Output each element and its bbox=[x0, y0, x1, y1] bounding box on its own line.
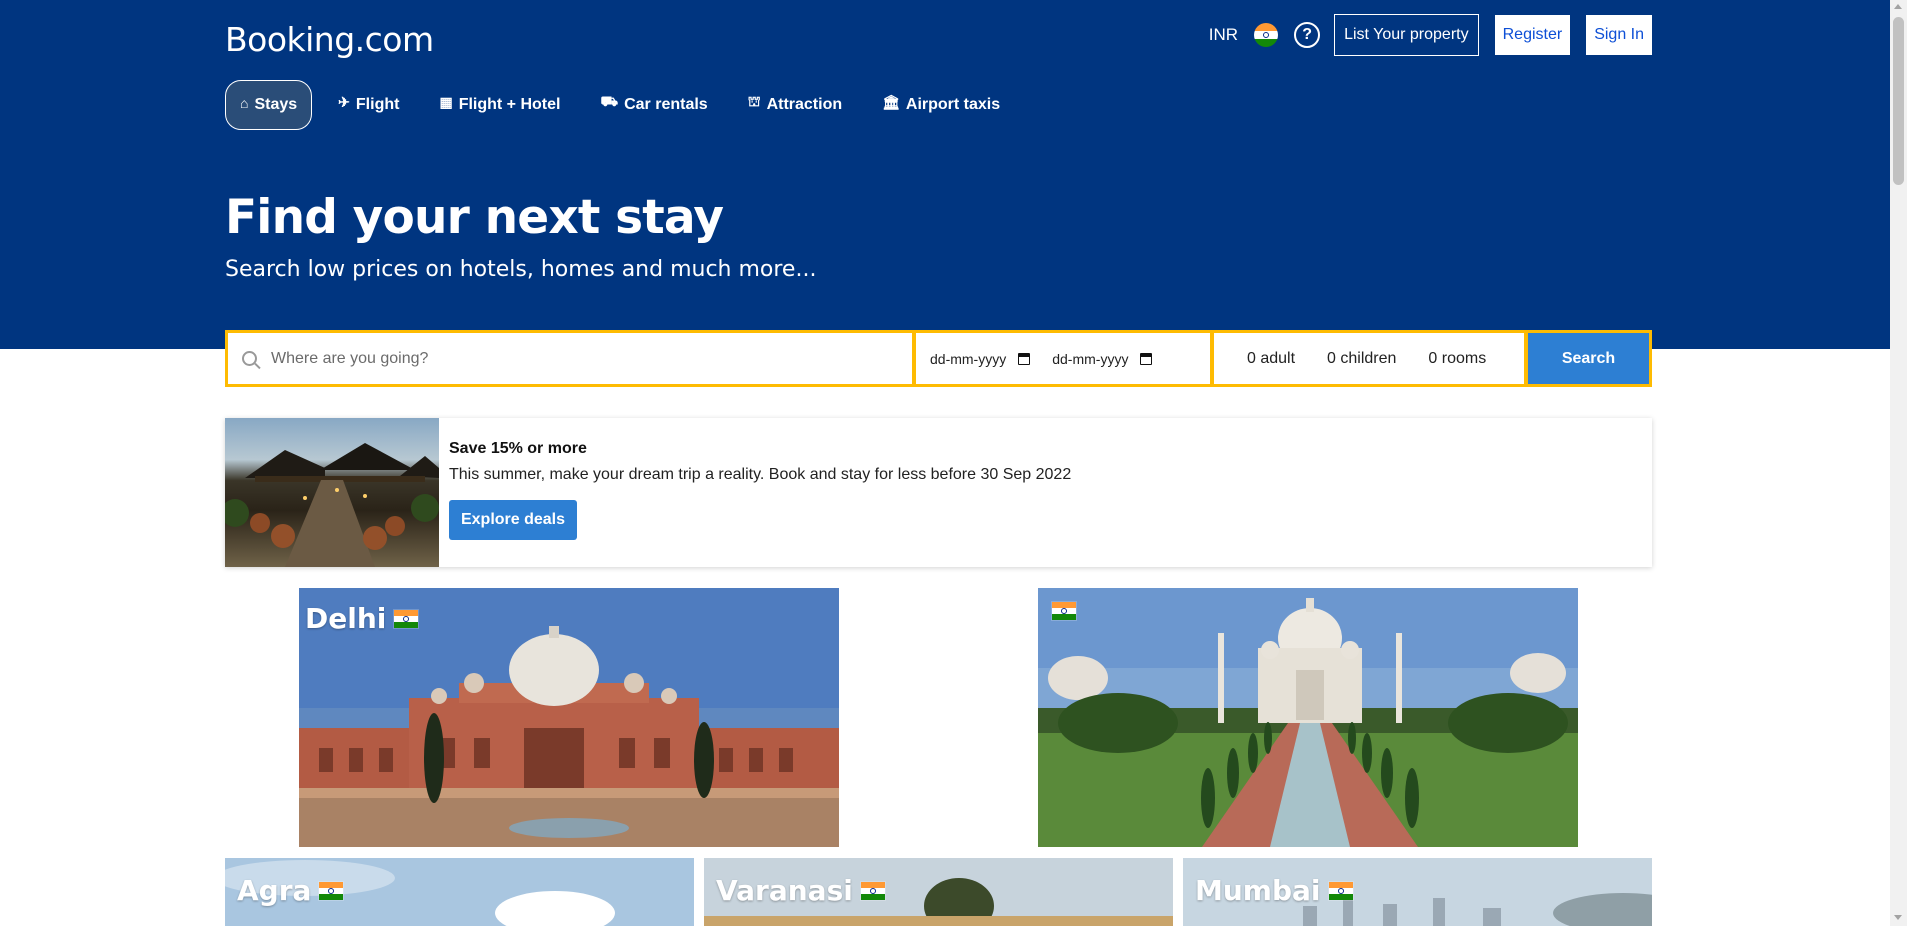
city-label: Agra bbox=[237, 874, 344, 907]
city-label: Varanasi bbox=[716, 874, 885, 907]
checkin-placeholder: dd-mm-yyyy bbox=[930, 350, 1007, 367]
tab-flight-hotel[interactable]: ▦ Flight + Hotel bbox=[425, 80, 574, 130]
checkout-placeholder: dd-mm-yyyy bbox=[1052, 350, 1129, 367]
sign-in-button[interactable]: Sign In bbox=[1586, 15, 1652, 55]
promo-title: Save 15% or more bbox=[449, 440, 587, 457]
city-card-varanasi[interactable]: Varanasi bbox=[704, 858, 1173, 926]
destination-placeholder: Where are you going? bbox=[271, 349, 429, 367]
scroll-up-arrow-icon[interactable] bbox=[1894, 4, 1902, 9]
city-card-agra[interactable]: Agra bbox=[225, 858, 694, 926]
scrollbar-thumb[interactable] bbox=[1893, 17, 1904, 185]
promo-content: Save 15% or more This summer, make your … bbox=[439, 418, 1071, 567]
city-name: Agra bbox=[237, 874, 312, 907]
tab-label: Car rentals bbox=[624, 96, 708, 113]
building-icon: ▦ bbox=[439, 93, 453, 110]
city-label: Delhi bbox=[305, 602, 419, 635]
city-card-taj[interactable] bbox=[1038, 588, 1578, 847]
scroll-down-arrow-icon[interactable] bbox=[1894, 915, 1902, 920]
page-scrollbar[interactable] bbox=[1890, 0, 1907, 926]
header-actions: INR ? List Your property Register Sign I… bbox=[1209, 14, 1652, 56]
children-count: 0 children bbox=[1327, 349, 1397, 367]
home-icon: ⌂ bbox=[240, 95, 249, 111]
rooms-count: 0 rooms bbox=[1428, 349, 1487, 367]
india-flag-icon bbox=[1328, 881, 1353, 900]
city-name: Delhi bbox=[305, 602, 387, 635]
promo-image bbox=[225, 418, 439, 567]
india-flag-icon[interactable] bbox=[1254, 23, 1279, 47]
promo-description: This summer, make your dream trip a real… bbox=[449, 466, 1072, 483]
tab-airport-taxis[interactable]: 🏛 Airport taxis bbox=[868, 80, 1014, 130]
adults-count: 0 adult bbox=[1247, 349, 1296, 367]
search-icon bbox=[242, 351, 257, 366]
city-card-mumbai[interactable]: Mumbai bbox=[1183, 858, 1652, 926]
tab-label: Airport taxis bbox=[905, 96, 1001, 113]
city-card-delhi[interactable]: Delhi bbox=[299, 588, 839, 847]
city-label bbox=[1044, 602, 1076, 620]
india-flag-icon bbox=[394, 609, 419, 628]
page-subtitle: Search low prices on hotels, homes and m… bbox=[225, 257, 817, 282]
page-title: Find your next stay bbox=[225, 190, 724, 245]
calendar-icon[interactable] bbox=[1140, 352, 1153, 365]
tab-car-rentals[interactable]: ⛟ Car rentals bbox=[586, 80, 721, 130]
logo[interactable]: Booking.com bbox=[225, 20, 434, 59]
help-icon[interactable]: ? bbox=[1294, 22, 1321, 48]
city-name: Mumbai bbox=[1195, 874, 1321, 907]
tab-label: Stays bbox=[254, 96, 298, 113]
register-button[interactable]: Register bbox=[1494, 15, 1571, 55]
promo-card: Save 15% or more This summer, make your … bbox=[225, 418, 1652, 567]
city-label: Mumbai bbox=[1195, 874, 1353, 907]
calendar-icon[interactable] bbox=[1018, 352, 1031, 365]
list-property-button[interactable]: List Your property bbox=[1334, 14, 1479, 56]
tab-label: Flight + Hotel bbox=[458, 96, 561, 113]
car-icon: ⛟ bbox=[600, 92, 619, 109]
tab-attraction[interactable]: ⛫ Attraction bbox=[734, 80, 856, 130]
date-range: dd-mm-yyyy dd-mm-yyyy bbox=[916, 333, 1210, 384]
checkout-date-input[interactable]: dd-mm-yyyy bbox=[1052, 350, 1153, 367]
india-flag-icon bbox=[319, 881, 344, 900]
attraction-icon: ⛫ bbox=[747, 92, 761, 109]
checkin-date-input[interactable]: dd-mm-yyyy bbox=[930, 350, 1031, 367]
search-button[interactable]: Search bbox=[1528, 333, 1649, 384]
plane-icon: ✈ bbox=[338, 93, 350, 110]
tab-flight[interactable]: ✈ Flight bbox=[324, 80, 413, 130]
city-name: Varanasi bbox=[716, 874, 853, 907]
explore-deals-button[interactable]: Explore deals bbox=[449, 500, 577, 540]
tab-stays[interactable]: ⌂ Stays bbox=[225, 80, 313, 130]
tab-label: Attraction bbox=[766, 96, 843, 113]
search-bar: Where are you going? dd-mm-yyyy dd-mm-yy… bbox=[225, 330, 1652, 387]
india-flag-icon bbox=[1052, 602, 1076, 620]
taxi-icon: 🏛 bbox=[882, 93, 900, 110]
currency-selector[interactable]: INR bbox=[1209, 25, 1238, 45]
tab-label: Flight bbox=[355, 96, 400, 113]
category-nav: ⌂ Stays ✈ Flight ▦ Flight + Hotel ⛟ Car … bbox=[225, 80, 1026, 130]
destination-input[interactable]: Where are you going? bbox=[228, 333, 912, 384]
guests-selector[interactable]: 0 adult 0 children 0 rooms bbox=[1214, 333, 1524, 384]
taj-image bbox=[1038, 588, 1578, 847]
india-flag-icon bbox=[860, 881, 885, 900]
